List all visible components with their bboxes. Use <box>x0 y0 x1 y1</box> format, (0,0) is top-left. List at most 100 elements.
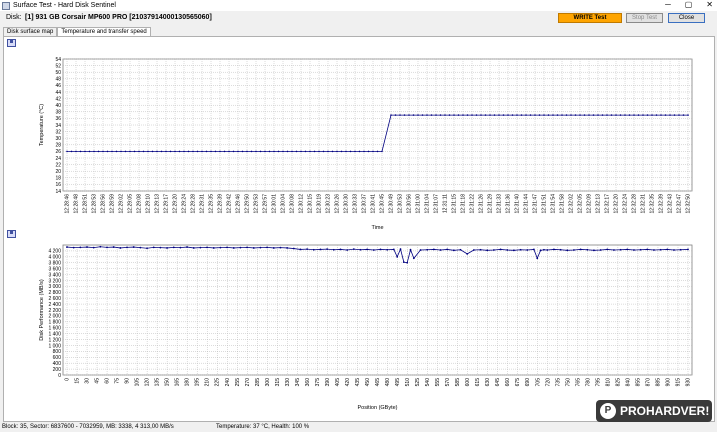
write-test-button[interactable]: WRITE Test <box>558 13 622 23</box>
x-tick-label: 12:29:05 <box>128 194 134 214</box>
performance-point <box>339 248 342 251</box>
x-tick-label: 210 <box>205 378 211 387</box>
x-tick-label: 12:31:04 <box>425 194 431 214</box>
temperature-point <box>525 114 527 116</box>
x-tick-label: 525 <box>415 378 421 387</box>
temperature-point <box>120 150 122 153</box>
x-tick-label: 12:29:28 <box>191 194 197 214</box>
temperature-point <box>349 150 352 153</box>
temperature-point <box>309 150 311 153</box>
performance-point <box>439 249 442 251</box>
temperature-point <box>655 114 658 116</box>
performance-point <box>372 249 375 251</box>
x-tick-label: 675 <box>515 378 521 387</box>
x-tick-label: 12:29:57 <box>263 194 269 214</box>
temperature-point <box>561 114 563 116</box>
performance-point <box>252 247 255 249</box>
temperature-point <box>363 150 365 153</box>
performance-point <box>513 249 515 252</box>
temperature-point <box>192 150 194 153</box>
y-tick-label: 24 <box>55 156 61 162</box>
x-tick-label: 660 <box>505 378 511 387</box>
x-tick-label: 12:29:42 <box>227 194 233 214</box>
temperature-point <box>574 114 577 116</box>
x-tick-label: 12:31:26 <box>479 194 485 214</box>
y-tick-label: 50 <box>55 70 61 76</box>
temperature-point <box>147 150 149 153</box>
performance-point <box>299 248 302 251</box>
x-tick-label: 690 <box>525 378 531 387</box>
performance-point <box>266 246 269 249</box>
x-tick-label: 12:30:37 <box>362 194 368 214</box>
temperature-point <box>597 114 599 116</box>
x-tick-label: 90 <box>125 378 131 384</box>
performance-point <box>666 248 669 251</box>
performance-point <box>553 248 555 251</box>
y-tick-label: 46 <box>55 83 61 89</box>
x-tick-label: 30 <box>85 378 91 384</box>
temperature-point <box>214 150 217 153</box>
x-tick-label: 12:30:15 <box>308 194 314 214</box>
performance-point <box>646 248 649 251</box>
temperature-point <box>543 114 545 116</box>
x-tick-label: 240 <box>225 378 231 387</box>
y-tick-label: 0 <box>58 373 61 379</box>
y-tick-label: 30 <box>55 136 61 142</box>
temperature-point <box>219 150 221 153</box>
temperature-point <box>264 150 266 153</box>
temperature-point <box>493 114 496 116</box>
x-tick-label: 285 <box>255 378 261 387</box>
performance-point <box>352 248 355 251</box>
close-button[interactable]: Close <box>668 13 705 23</box>
y-tick-label: 48 <box>55 77 61 83</box>
temperature-point <box>241 150 244 153</box>
temperature-point <box>408 114 410 116</box>
performance-point <box>92 246 95 249</box>
performance-point <box>212 247 215 249</box>
temperature-point <box>588 114 590 116</box>
temperature-point <box>187 150 190 153</box>
performance-point <box>332 248 335 251</box>
watermark-logo: P PROHARDVER! <box>596 400 712 422</box>
toolbar: Disk: [1] 931 GB Corsair MP600 PRO [2103… <box>0 11 717 26</box>
maximize-icon[interactable]: ▢ <box>685 0 693 10</box>
temperature-point <box>358 150 361 153</box>
temperature-point <box>237 150 239 153</box>
close-icon[interactable]: ✕ <box>706 0 713 10</box>
x-tick-label: 12:28:53 <box>92 194 98 214</box>
y-tick-label: 22 <box>55 162 61 168</box>
stop-test-button[interactable]: Stop Test <box>626 13 663 23</box>
temperature-point <box>475 114 478 116</box>
y-tick-label: 16 <box>55 182 61 188</box>
temperature-point <box>466 114 469 116</box>
temperature-point <box>133 150 136 153</box>
temperature-point <box>628 114 631 116</box>
performance-point <box>259 246 262 249</box>
minimize-icon[interactable]: ─ <box>665 0 671 10</box>
x-tick-label: 480 <box>385 378 391 387</box>
app-icon <box>2 1 10 10</box>
x-tick-label: 795 <box>595 378 601 387</box>
x-tick-label: 12:31:15 <box>452 194 458 214</box>
performance-point <box>479 248 482 251</box>
x-tick-label: 12:31:51 <box>542 194 548 214</box>
x-tick-label: 450 <box>365 378 371 387</box>
save-icon[interactable] <box>7 39 16 47</box>
y-tick-label: 54 <box>55 57 61 63</box>
temperature-point <box>439 114 442 116</box>
x-tick-label: 585 <box>455 378 461 387</box>
performance-point <box>679 248 682 251</box>
x-tick-label: 12:31:11 <box>443 194 449 213</box>
save-icon[interactable] <box>7 230 16 238</box>
temperature-point <box>165 150 167 153</box>
x-tick-label: 12:32:02 <box>569 194 575 214</box>
temperature-point <box>579 114 581 116</box>
temperature-point <box>565 114 568 116</box>
x-tick-label: 12:32:09 <box>587 194 593 214</box>
temperature-point <box>286 150 289 153</box>
performance-point <box>186 246 188 248</box>
temperature-point <box>498 114 500 116</box>
y-tick-label: 400 <box>53 361 62 367</box>
window-titlebar: Surface Test - Hard Disk Sentinel ─ ▢ ✕ <box>0 0 717 11</box>
x-tick-label: 12:30:45 <box>380 194 386 214</box>
